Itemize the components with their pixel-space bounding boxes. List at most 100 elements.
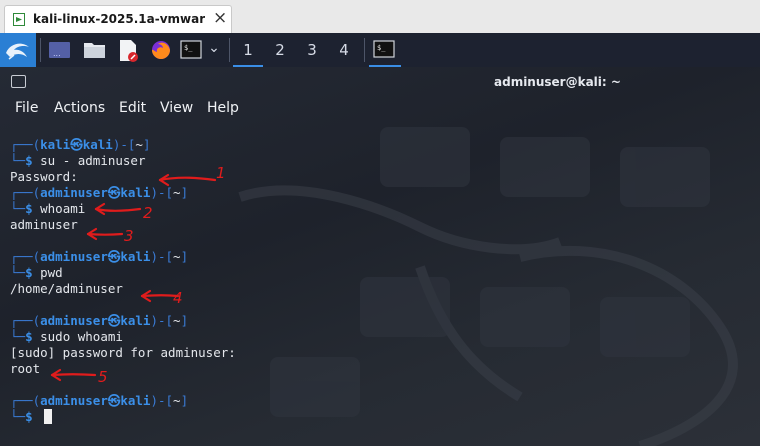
menu-help[interactable]: Help bbox=[207, 100, 239, 116]
workspace-1[interactable]: 1 bbox=[233, 33, 263, 67]
prompt-header: ┌──(adminuser㉿kali)-[~] bbox=[10, 313, 236, 329]
close-icon[interactable]: × bbox=[213, 9, 227, 27]
prompt-user: adminuser bbox=[40, 185, 108, 200]
command-output: /home/adminuser bbox=[10, 281, 123, 296]
firefox-icon bbox=[152, 41, 170, 59]
prompt-user: adminuser bbox=[40, 313, 108, 328]
file-manager-button[interactable] bbox=[80, 33, 110, 67]
prompt-frame: └─ bbox=[10, 265, 26, 280]
prompt-frame: ┌──( bbox=[10, 313, 41, 328]
workspace-3[interactable]: 3 bbox=[297, 33, 327, 67]
prompt-frame: ┌──( bbox=[10, 185, 41, 200]
prompt-frame: └─ bbox=[10, 201, 26, 216]
prompt-frame: ┌──( bbox=[10, 249, 41, 264]
prompt-symbol: $ bbox=[25, 329, 33, 344]
prompt-frame: )-[ bbox=[112, 137, 136, 152]
command-text: su - adminuser bbox=[40, 153, 146, 168]
prompt-user: kali bbox=[40, 137, 71, 152]
prompt-header: ┌──(kali㉿kali)-[~] bbox=[10, 137, 236, 153]
svg-text:$_: $_ bbox=[377, 44, 386, 52]
prompt-frame: )-[ bbox=[150, 185, 174, 200]
prompt-host: kali bbox=[120, 249, 151, 264]
prompt-host: kali bbox=[82, 137, 113, 152]
prompt-frame: ┌──( bbox=[10, 137, 41, 152]
panel-separator bbox=[364, 38, 365, 62]
command-text: sudo whoami bbox=[40, 329, 123, 344]
prompt-path: ~ bbox=[173, 185, 181, 200]
terminal-title: adminuser@kali: ~ bbox=[494, 75, 621, 89]
show-desktop-button[interactable]: ... bbox=[46, 33, 76, 67]
terminal-icon bbox=[11, 75, 26, 88]
prompt-host: kali bbox=[120, 185, 151, 200]
menu-view[interactable]: View bbox=[160, 100, 193, 116]
prompt-frame: └─ bbox=[10, 409, 26, 424]
desktop-icon: ... bbox=[49, 42, 70, 58]
prompt-path: ~ bbox=[173, 313, 181, 328]
folder-icon bbox=[84, 43, 105, 58]
prompt-path: ~ bbox=[173, 249, 181, 264]
prompt-at-symbol: ㉿ bbox=[107, 249, 121, 264]
text-cursor bbox=[44, 409, 53, 424]
prompt-symbol: $ bbox=[25, 409, 33, 424]
menu-edit[interactable]: Edit bbox=[119, 100, 146, 116]
host-tab-bar: kali-linux-2025.1a-vmwar × bbox=[0, 0, 760, 34]
prompt-frame: ] bbox=[180, 249, 189, 264]
firefox-button[interactable] bbox=[146, 33, 176, 67]
prompt-user: adminuser bbox=[40, 249, 108, 264]
panel-separator bbox=[40, 38, 41, 62]
prompt-host: kali bbox=[120, 313, 151, 328]
prompt-frame: ┌──( bbox=[10, 393, 41, 408]
vm-icon bbox=[13, 13, 25, 26]
command-line: └─$ pwd bbox=[10, 265, 236, 281]
prompt-frame: ] bbox=[180, 313, 189, 328]
menu-actions[interactable]: Actions bbox=[54, 100, 105, 116]
terminal-icon: $_ bbox=[373, 40, 395, 58]
command-line: └─$ sudo whoami bbox=[10, 329, 236, 345]
prompt-header: ┌──(adminuser㉿kali)-[~] bbox=[10, 185, 236, 201]
kali-menu-button[interactable] bbox=[0, 33, 36, 67]
prompt-path: ~ bbox=[135, 137, 143, 152]
prompt-symbol: $ bbox=[25, 265, 33, 280]
terminal-launcher-button[interactable]: $_ bbox=[179, 33, 205, 67]
command-output: [sudo] password for adminuser: bbox=[10, 345, 236, 360]
prompt-header: ┌──(adminuser㉿kali)-[~] bbox=[10, 393, 236, 409]
kali-top-panel: ... $_ ⌄ 1 2 3 4 $_ bbox=[0, 33, 760, 67]
workspace-2[interactable]: 2 bbox=[265, 33, 295, 67]
terminal-icon: $_ bbox=[180, 40, 202, 59]
prompt-header: ┌──(adminuser㉿kali)-[~] bbox=[10, 249, 236, 265]
terminal-titlebar[interactable]: adminuser@kali: ~ bbox=[0, 67, 760, 97]
terminal-output[interactable]: ┌──(kali㉿kali)-[~] └─$ su - adminuser Pass… bbox=[10, 137, 236, 425]
prompt-symbol: $ bbox=[25, 153, 33, 168]
prompt-path: ~ bbox=[173, 393, 181, 408]
command-output: root bbox=[10, 361, 41, 376]
prompt-frame: ] bbox=[142, 137, 151, 152]
prompt-frame: ] bbox=[180, 393, 189, 408]
prompt-frame: ] bbox=[180, 185, 189, 200]
vm-tab-title: kali-linux-2025.1a-vmwar bbox=[33, 12, 205, 26]
svg-text:$_: $_ bbox=[184, 44, 193, 52]
command-line: └─$ bbox=[10, 409, 236, 425]
prompt-at-symbol: ㉿ bbox=[107, 185, 121, 200]
workspace-4[interactable]: 4 bbox=[329, 33, 359, 67]
command-output: adminuser bbox=[10, 217, 78, 232]
prompt-host: kali bbox=[120, 393, 151, 408]
taskbar-terminal-window[interactable]: $_ bbox=[369, 33, 401, 67]
prompt-at-symbol: ㉿ bbox=[107, 393, 121, 408]
prompt-at-symbol: ㉿ bbox=[107, 313, 121, 328]
text-editor-icon bbox=[120, 40, 138, 62]
prompt-user: adminuser bbox=[40, 393, 108, 408]
command-line: └─$ whoami bbox=[10, 201, 236, 217]
menu-file[interactable]: File bbox=[15, 100, 38, 116]
vm-tab[interactable]: kali-linux-2025.1a-vmwar × bbox=[4, 5, 232, 34]
prompt-frame: └─ bbox=[10, 329, 26, 344]
svg-text:...: ... bbox=[53, 49, 61, 58]
chevron-down-icon[interactable]: ⌄ bbox=[205, 33, 223, 67]
terminal-window[interactable]: adminuser@kali: ~ File Actions Edit View… bbox=[0, 67, 760, 446]
text-editor-button[interactable] bbox=[113, 33, 143, 67]
